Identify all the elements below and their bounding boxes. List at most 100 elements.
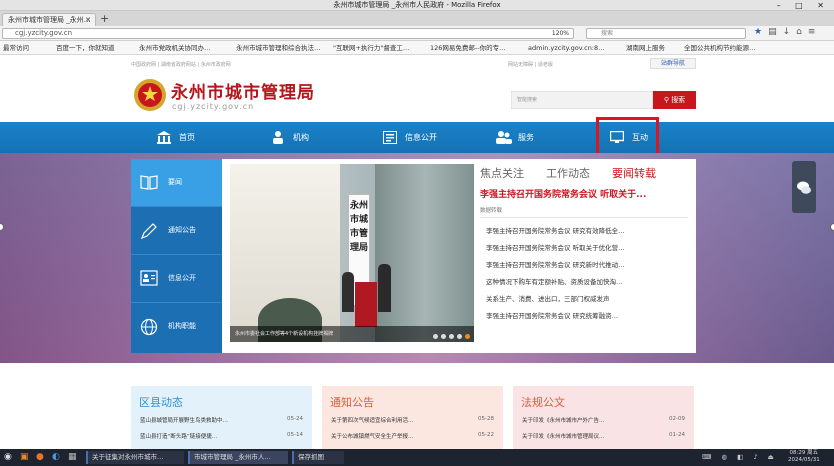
side-item-functions[interactable]: 机构职能: [131, 303, 222, 351]
top-links[interactable]: 中国政府网 | 湖南省政府网站 | 永州市政府网: [131, 61, 231, 68]
section-date: 05-24: [287, 416, 303, 422]
news-item[interactable]: 李强主持召开国务院常务会议 研究新时代推动…: [486, 259, 625, 269]
headline-link[interactable]: 李强主持召开国务院常务会议 听取关于...: [480, 187, 646, 200]
bookmark-item[interactable]: 百度一下，你就知道: [56, 41, 115, 54]
main-navigation: 首页 机构 信息公开 服务 互动: [0, 122, 834, 153]
section-date: 01-24: [669, 432, 685, 438]
carousel-dot[interactable]: [457, 334, 462, 339]
clock-date: 2024/05/31: [788, 457, 820, 463]
bookmark-item[interactable]: 永州市城市管理和综合执法…: [236, 41, 321, 54]
carousel-dot[interactable]: [449, 334, 454, 339]
side-item-news[interactable]: 要闻: [131, 159, 222, 207]
tab-focus[interactable]: 焦点关注: [480, 165, 524, 181]
bookmark-item[interactable]: "互联网+执行力"督查工…: [333, 41, 409, 54]
download-icon[interactable]: ↓: [783, 27, 797, 37]
site-title[interactable]: 永州市城市管理局: [171, 78, 315, 103]
browser-tab[interactable]: 永州市城市管理局 _永州… ✕: [2, 13, 96, 26]
navigation-bar: cgj.yzcity.gov.cn 120% 搜索 ★▤↓⌂≡: [0, 26, 834, 41]
divider: [480, 217, 688, 218]
window-controls[interactable]: – □ ✕: [777, 0, 830, 11]
os-taskbar: ◉ ▣ ● ◐ ▦ 关于征集对永州市城市… 市城市管理局 _永州市人… 保存抓图…: [0, 449, 834, 466]
section-item[interactable]: 关于印发《永州市城市管理局议…: [522, 432, 605, 440]
web-page: 中国政府网 | 湖南省政府网站 | 永州市政府网 网站无障碍 | 适老版 站群导…: [0, 55, 834, 449]
nav-label: 机构: [293, 133, 309, 142]
news-item[interactable]: 李强主持召开国务院常务会议 研究有效降低全…: [486, 225, 625, 235]
wechat-icon: [797, 181, 811, 194]
system-tray-icons[interactable]: ⌨ ◍ ◧ ♪ ⏏: [702, 451, 778, 464]
zoom-level[interactable]: 120%: [552, 29, 569, 38]
photo-person: [342, 272, 354, 312]
national-emblem-icon: [134, 79, 166, 111]
carousel-dot[interactable]: [441, 334, 446, 339]
window-title: 永州市城市管理局 _永州市人民政府 - Mozilla Firefox: [333, 1, 501, 9]
news-item[interactable]: 这种情况下购车有定额补贴、资质设备加快淘…: [486, 276, 623, 286]
carousel-dot-active[interactable]: [465, 334, 470, 339]
app-icon[interactable]: ▦: [68, 451, 77, 464]
bookmark-item[interactable]: admin.yzcity.gov.cn:8…: [528, 41, 605, 54]
side-item-label: 信息公开: [168, 274, 196, 282]
tab-work[interactable]: 工作动态: [546, 165, 590, 181]
source-label: 数据转载: [480, 208, 503, 214]
bookmark-item[interactable]: 湖南网上服务: [626, 41, 665, 54]
users-icon: [496, 131, 512, 144]
clock-time: 08:29 周五: [789, 450, 819, 456]
browser-search-input[interactable]: 搜索: [586, 28, 746, 39]
side-menu: 要闻 通知公告 信息公开 机构职能: [131, 159, 222, 353]
accessibility-links[interactable]: 网站无障碍 | 适老版: [508, 61, 553, 68]
side-item-notice[interactable]: 通知公告: [131, 207, 222, 255]
section-date: 05-28: [478, 416, 494, 422]
section-date: 02-09: [669, 416, 685, 422]
taskbar-window-firefox[interactable]: 市城市管理局 _永州市人…: [188, 451, 288, 464]
firefox-icon[interactable]: ●: [36, 451, 44, 464]
bookmark-star-icon[interactable]: ★: [754, 27, 768, 37]
pen-icon: [140, 223, 157, 240]
section-item[interactable]: 蓝山县城管局开展野生鸟类救助中…: [140, 416, 228, 424]
bookmark-item[interactable]: 永州市党政机关协同办…: [139, 41, 211, 54]
site-search-input[interactable]: 智能搜索: [511, 91, 653, 109]
photo-glass-door: [375, 164, 474, 342]
news-photo-carousel[interactable]: 永州市城市管理局 永州市委社会工作部等4个新设机构挂牌揭牌: [230, 164, 474, 342]
wechat-float-button[interactable]: [792, 161, 816, 213]
tab-reprint[interactable]: 要闻转载: [612, 165, 656, 181]
tab-label: 永州市城市管理局 _永州…: [8, 16, 91, 24]
scroll-right-handle[interactable]: [830, 223, 834, 231]
taskbar-clock[interactable]: 08:29 周五 2024/05/31: [788, 450, 820, 464]
carousel-dot[interactable]: [433, 334, 438, 339]
news-item[interactable]: 关系生产、消费、进出口，三部门权威发声: [486, 293, 610, 303]
section-date: 05-22: [478, 432, 494, 438]
url-bar[interactable]: cgj.yzcity.gov.cn 120%: [2, 28, 574, 39]
section-title[interactable]: 通知公告: [330, 394, 374, 410]
menu-icon[interactable]: ≡: [808, 27, 822, 37]
search-button[interactable]: ⚲ 搜索: [653, 91, 696, 109]
site-group-dropdown[interactable]: 站群导航: [650, 58, 696, 69]
section-item[interactable]: 关于印发《永州市城市户外广告…: [522, 416, 605, 424]
home-icon[interactable]: ⌂: [796, 27, 808, 37]
news-item[interactable]: 李强主持召开国务院常务会议 听取关于优化营…: [486, 242, 625, 252]
url-text: cgj.yzcity.gov.cn: [15, 29, 73, 37]
start-menu-icon[interactable]: ◉: [4, 451, 12, 464]
files-icon[interactable]: ▣: [20, 451, 29, 464]
taskbar-window-screenshot[interactable]: 保存抓图: [292, 451, 344, 464]
toolbar-icons[interactable]: ★▤↓⌂≡: [754, 27, 821, 37]
browser-icon[interactable]: ◐: [52, 451, 60, 464]
library-icon[interactable]: ▤: [768, 27, 783, 37]
side-item-label: 要闻: [168, 178, 182, 186]
bookmark-item[interactable]: 最常访问: [3, 41, 29, 54]
bookmark-item[interactable]: 126网易免费邮--你的专…: [430, 41, 506, 54]
tab-close-icon[interactable]: ✕: [85, 14, 91, 26]
taskbar-window-document[interactable]: 关于征集对永州市城市…: [86, 451, 184, 464]
side-item-info[interactable]: 信息公开: [131, 255, 222, 303]
section-item[interactable]: 蓝山县打造“断头路”链接便捷…: [140, 432, 217, 440]
section-item[interactable]: 关于公布城镇燃气安全生产举报…: [331, 432, 414, 440]
bookmark-item[interactable]: 全国公共机构节约能源…: [684, 41, 756, 54]
nav-label: 信息公开: [405, 133, 437, 142]
book-icon: [140, 175, 158, 190]
section-item[interactable]: 关于第四次气候适宜综合利用活…: [331, 416, 414, 424]
section-notices: 通知公告 关于第四次气候适宜综合利用活… 05-28 关于公布城镇燃气安全生产举…: [322, 386, 503, 449]
section-title[interactable]: 法规公文: [521, 394, 565, 410]
carousel-dots[interactable]: [430, 332, 470, 341]
new-tab-button[interactable]: +: [100, 12, 109, 25]
news-item[interactable]: 李强主持召开国务院常务会议 研究统筹融资…: [486, 310, 618, 320]
section-title[interactable]: 区县动态: [139, 394, 183, 410]
section-county-news: 区县动态 蓝山县城管局开展野生鸟类救助中… 05-24 蓝山县打造“断头路”链接…: [131, 386, 312, 449]
